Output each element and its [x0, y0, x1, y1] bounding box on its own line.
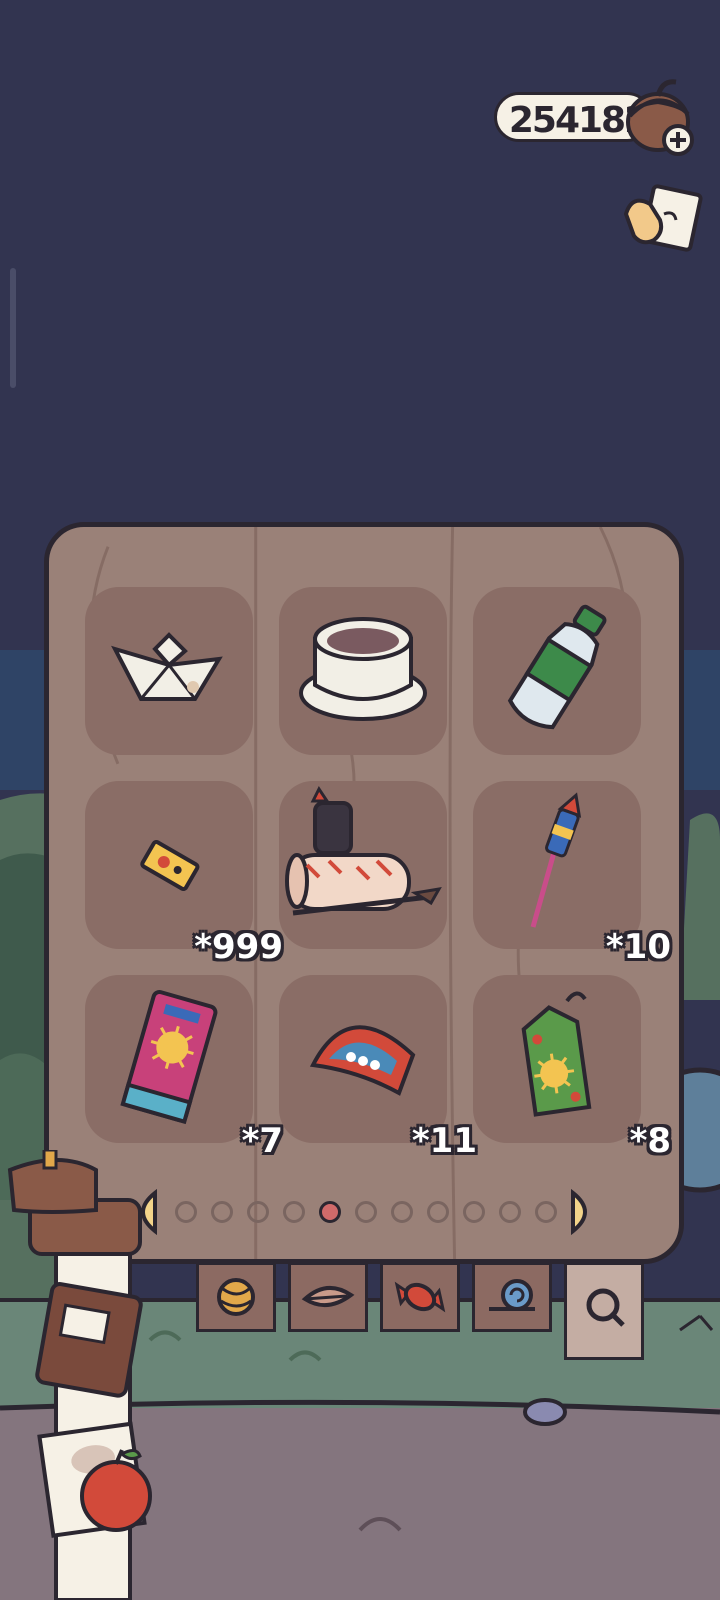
inventory-slot-soda-bottle[interactable]: [473, 587, 641, 755]
page-dot[interactable]: [463, 1201, 485, 1223]
patterned-box-icon: [120, 990, 218, 1125]
page-dot[interactable]: [319, 1201, 341, 1223]
paper-boat-icon: [111, 632, 223, 701]
inventory-slot-bowl-of-soup[interactable]: [279, 587, 447, 755]
notebook-icon: [35, 1282, 143, 1398]
inventory-slot-striped-fan[interactable]: *11: [279, 975, 477, 1161]
inventory-slot-paper-boat[interactable]: [85, 587, 253, 755]
item-count: *11: [411, 1121, 477, 1161]
page-dot[interactable]: [283, 1201, 305, 1223]
painting-kit-icon: [285, 786, 442, 916]
yarn-icon: [217, 1278, 255, 1316]
page-dot[interactable]: [427, 1201, 449, 1223]
item-count: *8: [629, 1121, 671, 1161]
page-dot[interactable]: [535, 1201, 557, 1223]
tab-yarn[interactable]: [196, 1262, 276, 1332]
currency-counter[interactable]: 254182: [494, 79, 694, 160]
page-indicator: [129, 1189, 609, 1235]
page-dot[interactable]: [247, 1201, 269, 1223]
tab-search[interactable]: [564, 1262, 644, 1360]
game-scene: 254182 *999 *10 *7 *11 *8: [0, 0, 720, 1600]
next-page-arrow-icon[interactable]: [569, 1189, 599, 1235]
page-dot[interactable]: [355, 1201, 377, 1223]
category-tabs: [196, 1262, 666, 1360]
inventory-slot-lantern-box[interactable]: *8: [473, 975, 671, 1161]
inventory-slot-painting-kit[interactable]: [279, 781, 447, 949]
soda-bottle-icon: [507, 604, 607, 730]
edge-scrollbar: [10, 268, 16, 388]
item-count: *999: [194, 927, 283, 967]
item-count: *10: [605, 927, 671, 967]
striped-fan-icon: [309, 1025, 416, 1096]
page-dot[interactable]: [175, 1201, 197, 1223]
acorn-icon: [626, 79, 694, 156]
page-dot[interactable]: [391, 1201, 413, 1223]
tab-snail[interactable]: [472, 1262, 552, 1332]
candy-icon: [394, 1281, 446, 1313]
page-dot[interactable]: [499, 1201, 521, 1223]
leaf-icon: [301, 1286, 355, 1307]
page-dot[interactable]: [211, 1201, 233, 1223]
side-item-stack[interactable]: [0, 1150, 170, 1600]
plus-icon: [662, 124, 694, 156]
inventory-slot-ticket[interactable]: *999: [85, 781, 283, 967]
lantern-box-icon: [521, 991, 592, 1117]
tab-candy[interactable]: [380, 1262, 460, 1332]
ticket-icon: [140, 839, 200, 892]
card-hand-icon[interactable]: [620, 184, 704, 258]
firework-rocket-icon: [530, 792, 582, 928]
snail-icon: [489, 1279, 535, 1311]
item-count: *7: [241, 1121, 283, 1161]
bowl-of-soup-icon: [299, 617, 427, 721]
tab-leaf[interactable]: [288, 1262, 368, 1332]
search-icon: [586, 1288, 625, 1327]
backpack-icon: [7, 1150, 142, 1256]
inventory-slot-firework-rocket[interactable]: *10: [473, 781, 671, 967]
inventory-slot-patterned-box[interactable]: *7: [85, 975, 283, 1161]
